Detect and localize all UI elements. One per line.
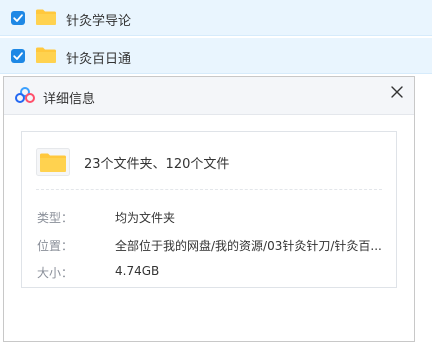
file-row[interactable]: 针灸百日通	[0, 38, 432, 74]
property-label: 位置：	[37, 239, 74, 253]
property-value: 4.74GB	[115, 264, 160, 278]
selection-summary: 23个文件夹、120个文件	[84, 157, 230, 172]
close-icon[interactable]	[388, 83, 406, 101]
property-label: 大小：	[37, 266, 74, 280]
property-size: 大小： 4.74GB	[22, 264, 396, 282]
property-type: 类型： 均为文件夹	[22, 209, 396, 227]
info-card: 23个文件夹、120个文件 类型： 均为文件夹 位置： 全部位于我的网盘/我的资…	[21, 131, 397, 288]
folder-icon	[35, 8, 57, 30]
file-name[interactable]: 针灸学导论	[66, 10, 131, 29]
property-value: 全部位于我的网盘/我的资源/03针灸针刀/针灸百...	[115, 239, 382, 253]
divider	[36, 189, 382, 190]
dialog-title: 详细信息	[43, 92, 96, 107]
property-label: 类型：	[37, 211, 74, 225]
dialog-header: 详细信息	[4, 77, 414, 115]
folder-icon	[36, 148, 70, 180]
property-location: 位置： 全部位于我的网盘/我的资源/03针灸针刀/针灸百...	[22, 237, 396, 255]
checkbox-checked-icon[interactable]	[11, 11, 25, 25]
details-dialog: 详细信息 23个文件夹、120个文件 类型： 均为文件夹 位置： 全部位于我的网…	[3, 76, 415, 342]
property-value: 均为文件夹	[115, 211, 176, 225]
cloud-logo-icon	[15, 86, 35, 108]
folder-icon	[35, 46, 57, 68]
file-row[interactable]: 针灸学导论	[0, 0, 432, 36]
file-name[interactable]: 针灸百日通	[66, 48, 131, 67]
checkbox-checked-icon[interactable]	[11, 49, 25, 63]
